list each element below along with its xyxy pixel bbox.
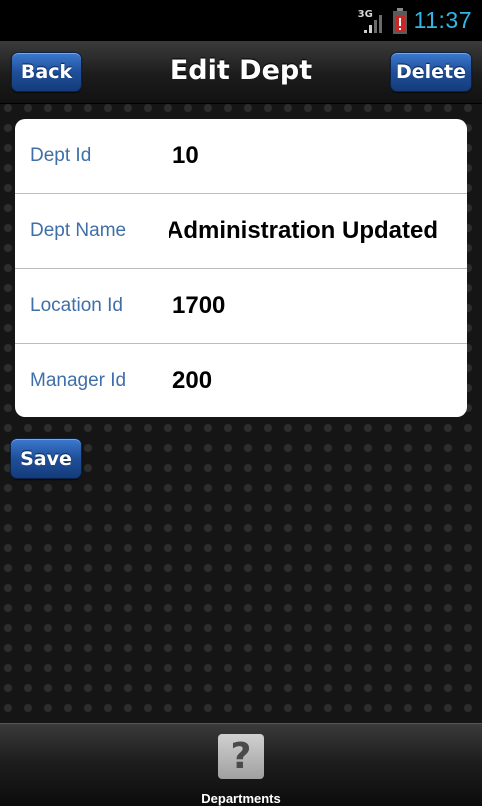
edit-dept-form: Dept Id 10 Dept Name Administration Upda… (15, 119, 467, 417)
dept-id-label: Dept Id (30, 145, 92, 166)
tab-bar: ? Departments (0, 723, 482, 806)
save-button[interactable]: Save (10, 438, 82, 479)
location-id-field[interactable]: 1700 (172, 269, 467, 343)
dept-name-field[interactable]: Administration Updated (169, 194, 467, 268)
dept-name-label: Dept Name (30, 220, 127, 241)
signal-strength-icon: 3G (358, 5, 386, 37)
delete-button[interactable]: Delete (390, 52, 472, 92)
battery-alert-icon (392, 7, 407, 34)
tab-departments[interactable]: ? Departments (193, 730, 289, 806)
manager-id-row: Manager Id 200 (15, 344, 467, 417)
clock: 11:37 (413, 7, 472, 33)
location-id-row: Location Id 1700 (15, 269, 467, 344)
dept-id-field[interactable]: 10 (172, 119, 467, 193)
status-icons: 3G 11:37 (358, 0, 472, 41)
manager-id-field[interactable]: 200 (172, 344, 467, 417)
dept-name-row: Dept Name Administration Updated (15, 194, 467, 269)
status-bar: 3G 11:37 (0, 0, 482, 41)
manager-id-label: Manager Id (30, 370, 127, 391)
location-id-label: Location Id (30, 295, 123, 316)
back-button[interactable]: Back (11, 52, 82, 92)
question-mark-icon: ? (218, 734, 264, 779)
tab-departments-label: Departments (201, 791, 281, 806)
dept-id-row: Dept Id 10 (15, 119, 467, 194)
